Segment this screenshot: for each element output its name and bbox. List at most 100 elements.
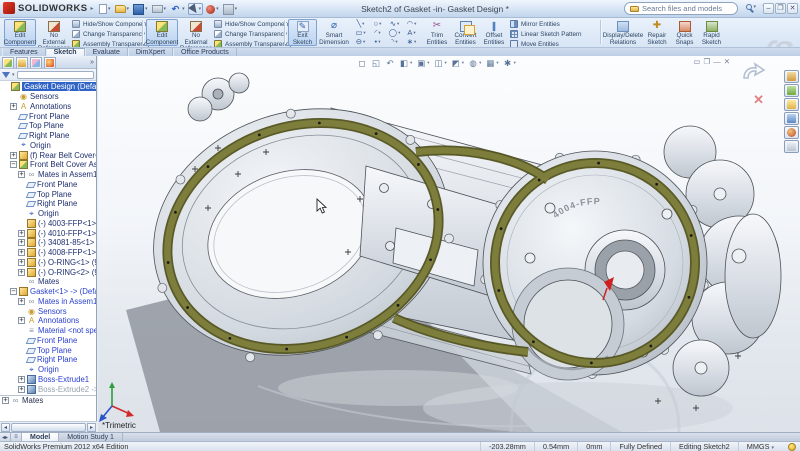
tree-item-mates[interactable]: +∞Mates: [0, 395, 96, 405]
sketch-point[interactable]: [258, 133, 261, 136]
sketch-point[interactable]: [690, 234, 693, 237]
tree-item-o-ring-2-9452k7[interactable]: +(-) O-RING<2> (9452K7: [0, 267, 96, 277]
dropdown-caret[interactable]: ▾: [496, 60, 498, 66]
doc-close-icon[interactable]: ✕: [724, 57, 730, 66]
menu-expand-caret[interactable]: ▸: [90, 5, 93, 12]
tree-item-front-belt-cover-assembly[interactable]: −Front Belt Cover Assembly<: [0, 160, 96, 170]
sketch-point[interactable]: [597, 162, 600, 165]
no-external-references-button[interactable]: NoExternalReferences: [38, 19, 70, 46]
dropdown-caret[interactable]: ▾: [235, 6, 238, 12]
tab-evaluate[interactable]: Evaluate: [85, 48, 128, 56]
restore-button[interactable]: ❐: [775, 3, 786, 14]
apply-scene-button[interactable]: ▦▾: [484, 57, 499, 69]
dropdown-caret[interactable]: ▾: [379, 21, 381, 27]
tree-item-mates[interactable]: ∞Mates: [0, 277, 96, 287]
expand-toggle[interactable]: +: [18, 376, 25, 383]
close-button[interactable]: ✕: [787, 3, 798, 14]
sketch-point[interactable]: [345, 336, 348, 339]
graphics-area[interactable]: 4004-FFP: [98, 56, 800, 432]
display-style-button[interactable]: ◫▾: [433, 57, 448, 69]
select-tool-button[interactable]: ▾: [188, 3, 204, 15]
tree-item-front-plane[interactable]: Front Plane: [0, 111, 96, 121]
expand-toggle[interactable]: +: [18, 171, 25, 178]
configurationmanager-tab[interactable]: [30, 57, 42, 68]
tree-item-origin[interactable]: ⌖Origin: [0, 209, 96, 219]
tree-item-mates-in-assem1[interactable]: +∞Mates in Assem1: [0, 170, 96, 180]
tree-item-top-plane[interactable]: Top Plane: [0, 345, 96, 355]
dropdown-caret[interactable]: ▾: [362, 21, 364, 27]
point-tool[interactable]: •▾: [369, 37, 386, 46]
motion-splitter-icon[interactable]: ◂▸: [0, 433, 11, 441]
tree-item-right-plane[interactable]: Right Plane: [0, 199, 96, 209]
solidworks-menu[interactable]: SOLIDWORKS ▸: [3, 2, 93, 14]
feature-filter-input[interactable]: [17, 71, 94, 79]
zoom-fit-button[interactable]: ◻: [356, 57, 368, 69]
motion-expand-icon[interactable]: ≡: [11, 433, 22, 441]
view-orientation-button[interactable]: ▣▾: [415, 57, 430, 69]
expand-toggle[interactable]: +: [18, 298, 25, 305]
confirmation-corner[interactable]: [740, 62, 766, 86]
partial-ellipse-tool[interactable]: ◠▾: [403, 19, 420, 28]
dropdown-caret[interactable]: ▾: [414, 39, 416, 45]
search-box[interactable]: Search files and models: [624, 2, 738, 15]
edit-component-button-2[interactable]: EditComponent: [146, 19, 178, 46]
hide-show-components-button[interactable]: Hide/Show Components: [214, 20, 284, 28]
sketch-point[interactable]: [655, 183, 658, 186]
ellipse-tool[interactable]: ◯▾: [386, 28, 403, 37]
edit-appearance-button[interactable]: ◍▾: [467, 57, 482, 69]
sketch-point[interactable]: [375, 132, 378, 135]
repair-sketch-button[interactable]: ✚RepairSketch: [644, 19, 670, 46]
sketch-point[interactable]: [417, 163, 420, 166]
dropdown-caret[interactable]: ▾: [398, 30, 400, 36]
tab-sketch[interactable]: Sketch: [46, 48, 85, 56]
exit-sketch-button[interactable]: ✎ExitSketch: [288, 19, 317, 46]
tree-item-boss-extrude2[interactable]: +Boss-Extrude2 ->: [0, 384, 96, 394]
sketch-point[interactable]: [207, 165, 210, 168]
tab-motion-study-1[interactable]: Motion Study 1: [59, 433, 123, 441]
expand-toggle[interactable]: +: [18, 317, 25, 324]
cancel-sketch-icon[interactable]: ✕: [753, 92, 764, 108]
dropdown-caret[interactable]: ▾: [378, 30, 380, 36]
tab-features[interactable]: Features: [2, 48, 46, 56]
solidworks-resources-button[interactable]: [784, 70, 799, 83]
dropdown-caret[interactable]: ▾: [363, 39, 365, 45]
save-button[interactable]: ▾: [132, 3, 149, 15]
tree-item-o-ring-1-9452k1[interactable]: +(-) O-RING<1> (9452K1: [0, 258, 96, 268]
tree-item-origin[interactable]: ⌖Origin: [0, 141, 96, 151]
tree-item-right-plane[interactable]: Right Plane: [0, 131, 96, 141]
sketch-point[interactable]: [500, 227, 503, 230]
view-settings-button[interactable]: ✱▾: [502, 57, 517, 69]
quick-tips-icon[interactable]: [788, 443, 796, 451]
dropdown-caret[interactable]: ▾: [363, 30, 365, 36]
section-view-button[interactable]: ◧▾: [398, 57, 413, 69]
dropdown-caret[interactable]: ▾: [445, 60, 447, 66]
expand-toggle[interactable]: +: [10, 103, 17, 110]
panel-scrollbar[interactable]: ◂ ▸: [0, 421, 97, 432]
sketch-point[interactable]: [174, 211, 177, 214]
edit-component-button[interactable]: EditComponent: [4, 19, 36, 46]
no-external-references-button-2[interactable]: NoExternalReferences: [180, 19, 212, 46]
tree-item-gasket-1-default-d[interactable]: −Gasket<1> -> (Default<<D: [0, 287, 96, 297]
arc-tool[interactable]: ◜▾: [369, 28, 386, 37]
sketch-point[interactable]: [285, 348, 288, 351]
doc-restore-icon[interactable]: ❐: [703, 57, 710, 66]
scroll-left-arrow[interactable]: ◂: [1, 423, 10, 432]
tree-item-mates-in-assem1[interactable]: +∞Mates in Assem1: [0, 297, 96, 307]
sketch-point[interactable]: [590, 362, 593, 365]
minimize-button[interactable]: –: [763, 3, 774, 14]
custom-properties-button[interactable]: [784, 140, 799, 153]
tree-item-boss-extrude1[interactable]: +Boss-Extrude1: [0, 375, 96, 385]
dropdown-caret[interactable]: ▾: [127, 6, 130, 12]
fillet-tool[interactable]: ◝▾: [386, 37, 403, 46]
mirror-entities-button[interactable]: Mirror Entities: [510, 20, 596, 28]
doc-minimize-icon[interactable]: —: [713, 57, 721, 66]
search-button[interactable]: [784, 112, 799, 125]
smart-dimension-button[interactable]: ⌀SmartDimension: [319, 19, 349, 46]
tab-model[interactable]: Model: [22, 433, 59, 441]
view-grid-button[interactable]: ▾: [222, 3, 239, 15]
tree-item-34081-85-1-defaul[interactable]: +(-) 34081-85<1> (Defaul: [0, 238, 96, 248]
expand-toggle[interactable]: +: [10, 152, 17, 159]
dropdown-caret[interactable]: ▾: [145, 6, 148, 12]
sketch-point[interactable]: [186, 306, 189, 309]
hide-show-components-button[interactable]: Hide/Show Components: [72, 20, 142, 28]
